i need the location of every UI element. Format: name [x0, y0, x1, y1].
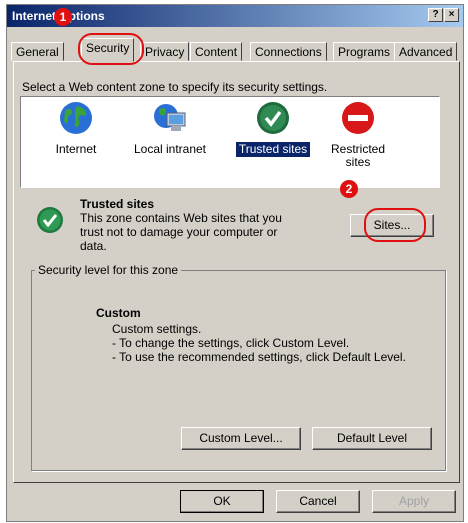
tab-content[interactable]: Content — [190, 42, 243, 61]
ok-button[interactable]: OK — [180, 490, 264, 513]
zone-trusted-sites[interactable]: Trusted sites — [228, 101, 318, 157]
checkmark-icon — [256, 101, 290, 135]
callout-number-1: 1 — [54, 8, 72, 26]
zone-label: Trusted sites — [235, 142, 311, 157]
selected-zone-description-line2: trust not to damage your computer or — [80, 225, 278, 239]
security-level-line2: - To change the settings, click Custom L… — [112, 336, 350, 350]
tab-general[interactable]: General — [11, 42, 64, 61]
zone-internet[interactable]: Internet — [31, 101, 121, 157]
zone-label: Local intranet — [133, 142, 207, 156]
callout-number-2: 2 — [340, 180, 358, 198]
tab-programs[interactable]: Programs — [333, 42, 396, 61]
selected-zone-title: Trusted sites — [80, 197, 155, 211]
security-level-line3: - To use the recommended settings, click… — [112, 350, 406, 364]
default-level-button[interactable]: Default Level — [312, 427, 432, 450]
custom-level-button[interactable]: Custom Level... — [181, 427, 301, 450]
zone-label: Restricted sites — [330, 142, 386, 169]
tab-privacy[interactable]: Privacy — [140, 42, 190, 61]
tab-connections[interactable]: Connections — [250, 42, 327, 61]
selected-zone-description-line1: This zone contains Web sites that you — [80, 211, 282, 225]
tab-advanced[interactable]: Advanced — [394, 42, 458, 61]
security-level-name: Custom — [96, 306, 141, 320]
cancel-button[interactable]: Cancel — [276, 490, 360, 513]
intranet-computer-icon — [153, 101, 187, 135]
callout-ring-security-tab — [78, 33, 144, 65]
title-bar[interactable]: Internet Options ? × — [7, 5, 463, 27]
no-entry-icon — [341, 101, 375, 135]
security-level-legend: Security level for this zone — [35, 263, 182, 277]
close-button[interactable]: × — [444, 8, 459, 22]
apply-button: Apply — [372, 490, 456, 513]
security-level-line1: Custom settings. — [112, 322, 202, 336]
zone-restricted-sites[interactable]: Restricted sites — [323, 101, 393, 170]
globe-icon — [59, 101, 93, 135]
selected-zone-description-line3: data. — [80, 239, 107, 253]
callout-ring-sites-button — [364, 208, 426, 242]
zone-list: Internet Local intranet Trusted sites Re… — [20, 96, 440, 188]
zone-local-intranet[interactable]: Local intranet — [125, 101, 215, 157]
help-button[interactable]: ? — [428, 8, 443, 22]
zone-instruction: Select a Web content zone to specify its… — [22, 80, 328, 94]
zone-label: Internet — [55, 142, 97, 156]
trusted-sites-large-icon — [36, 206, 64, 234]
